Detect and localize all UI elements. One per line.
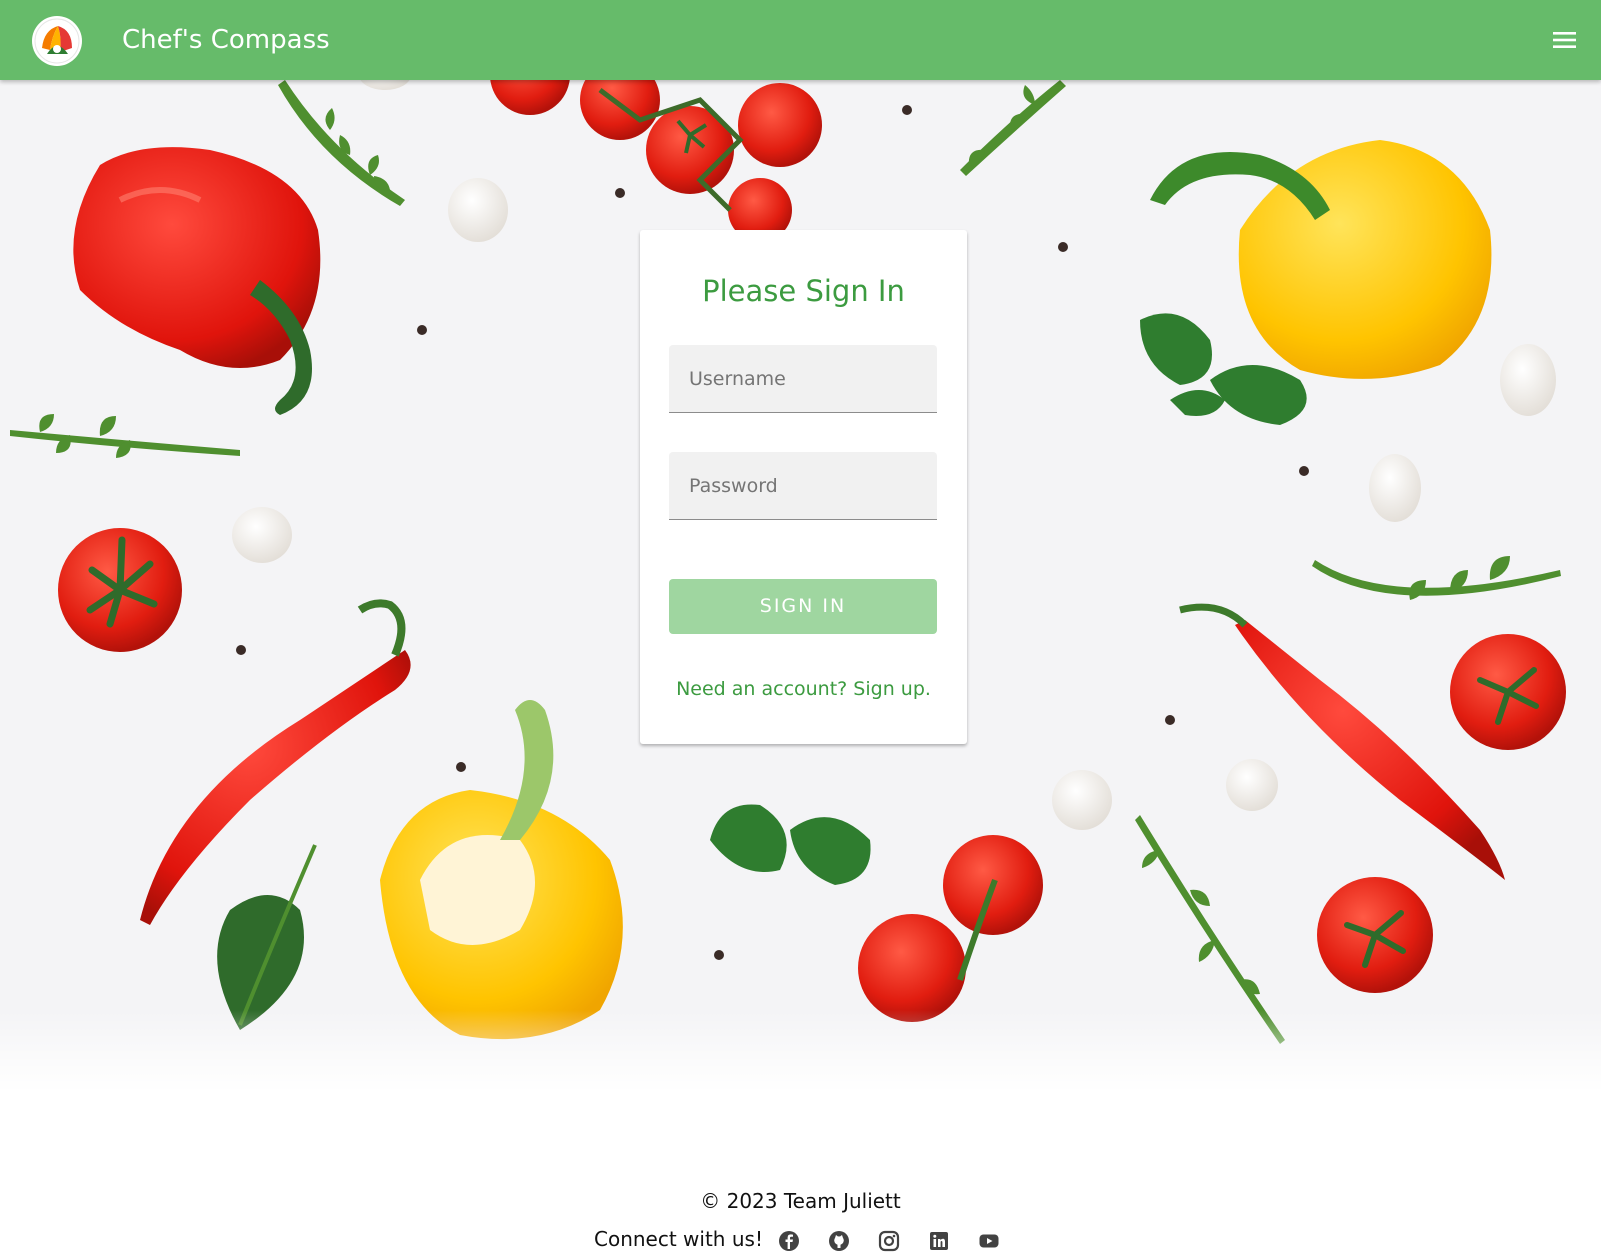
footer-copyright: © 2023 Team Juliett: [700, 1189, 901, 1213]
arugula-leaf: [10, 414, 240, 458]
hamburger-menu-icon[interactable]: [1544, 24, 1584, 56]
sign-in-title: Please Sign In: [702, 274, 905, 308]
sign-in-card: Please Sign In SIGN IN Need an account? …: [640, 230, 967, 744]
spinach-leaf: [217, 844, 317, 1030]
facebook-icon[interactable]: [778, 1230, 800, 1252]
basil-leaves: [710, 804, 871, 885]
youtube-icon[interactable]: [978, 1230, 1000, 1252]
instagram-icon[interactable]: [878, 1230, 900, 1252]
tomato: [58, 528, 182, 652]
top-navbar: Chef's Compass: [0, 0, 1601, 80]
red-chili-pepper: [1179, 603, 1505, 880]
yellow-pepper-half: [380, 700, 623, 1040]
github-icon[interactable]: [828, 1230, 850, 1252]
password-field[interactable]: [669, 452, 937, 520]
username-field[interactable]: [669, 345, 937, 413]
password-input[interactable]: [669, 452, 937, 519]
red-chili-pepper: [140, 599, 411, 925]
linkedin-icon[interactable]: [928, 1230, 950, 1252]
username-input[interactable]: [669, 345, 937, 412]
sign-up-link[interactable]: Need an account? Sign up.: [640, 676, 967, 702]
arugula-leaf: [278, 80, 405, 206]
chefs-compass-logo-icon[interactable]: [32, 16, 82, 66]
arugula-leaf: [960, 80, 1066, 176]
sign-in-button[interactable]: SIGN IN: [669, 579, 937, 634]
footer-connect-label: Connect with us!: [594, 1227, 763, 1251]
red-bell-pepper: [73, 147, 321, 415]
brand-title[interactable]: Chef's Compass: [122, 22, 330, 58]
cherry-tomato-cluster: [490, 80, 822, 242]
